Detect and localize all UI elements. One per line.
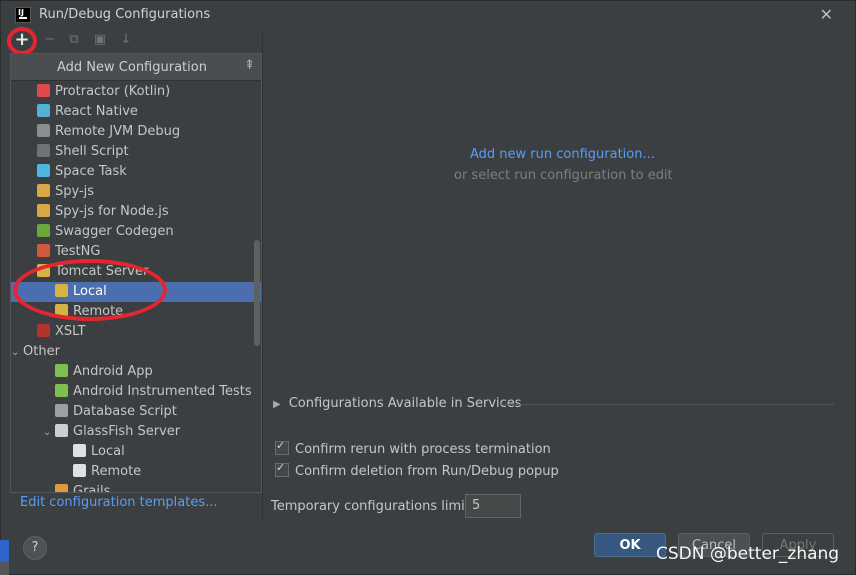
tree-item-label: Spy-js [55,184,95,199]
confirm-deletion-label: Confirm deletion from Run/Debug popup [295,464,559,479]
tree-item[interactable]: Remote [11,462,261,482]
services-label: Configurations Available in Services [288,396,522,411]
select-config-hint: or select run configuration to edit [454,168,673,183]
services-section-toggle[interactable]: ▶ Configurations Available in Services [273,396,522,411]
csdn-watermark: CSDN @better_zhang [656,544,840,564]
confirm-deletion-checkbox[interactable]: Confirm deletion from Run/Debug popup [275,461,559,479]
help-button[interactable]: ? [23,536,47,560]
android-test-icon [55,384,68,397]
tree-item-label: Grails [73,484,111,493]
tree-item[interactable]: ⌄ Other [11,342,254,362]
edit-templates-link[interactable]: Edit configuration templates... [20,495,218,510]
panel-divider[interactable] [262,29,263,521]
tree-item-label: Remote JVM Debug [55,124,181,139]
tree-item[interactable]: Space Task [11,162,261,182]
tree-item[interactable]: ⌄ GlassFish Server [11,422,261,443]
tree-item-label: Protractor (Kotlin) [55,84,171,99]
tree-item-label: Android App [73,364,153,379]
glassfish-icon [55,424,68,437]
expand-arrow-icon: ▶ [273,399,281,410]
title-bar: IJ Run/Debug Configurations ✕ [1,1,855,29]
space-icon [37,164,50,177]
tree-item[interactable]: Spy-js [11,182,261,202]
tree-item[interactable]: Android Instrumented Tests [11,382,261,402]
config-toolbar: + − ⧉ ▣ ↓ [9,31,259,51]
run-debug-dialog: IJ Run/Debug Configurations ✕ + − ⧉ ▣ ↓ … [0,0,856,575]
sort-button[interactable]: ↓ [117,31,135,49]
tree-item-label: React Native [55,104,138,119]
annotation-circle-add [7,27,37,55]
glassfish-remote-icon [73,464,86,477]
tree-item-label: Swagger Codegen [55,224,174,239]
temp-config-limit-input[interactable]: 5 [465,494,521,518]
testng-icon [37,244,50,257]
expand-arrow-icon[interactable]: ⌄ [43,423,55,443]
services-divider [501,404,834,405]
tree-item-label: Android Instrumented Tests [73,384,252,399]
grails-icon [55,484,68,492]
tree-item[interactable]: Grails [11,482,261,493]
tree-item-label: XSLT [55,324,86,339]
tree-scrollbar[interactable] [254,240,260,346]
swagger-icon [37,224,50,237]
checkbox-checked-icon [275,439,289,455]
protractor-icon [37,84,50,97]
annotation-circle-tomcat [13,259,167,321]
add-new-run-config-link[interactable]: Add new run configuration... [470,147,655,162]
remote-debug-icon [37,124,50,137]
remove-configuration-button[interactable]: − [41,31,59,49]
tree-item[interactable]: Local [11,442,261,462]
database-icon [55,404,68,417]
window-title: Run/Debug Configurations [39,7,211,22]
tree-item[interactable]: Swagger Codegen [11,222,261,242]
tree-item[interactable]: TestNG [11,242,261,262]
tree-item-label: GlassFish Server [73,424,181,439]
tree-item-label: Shell Script [55,144,129,159]
close-icon[interactable]: ✕ [820,5,833,24]
checkbox-checked-icon [275,461,289,477]
tree-item-label: Local [91,444,125,459]
tree-item[interactable]: Database Script [11,402,261,422]
tree-item-label: Other [23,344,60,359]
new-folder-button[interactable]: ▣ [91,31,109,49]
tree-item-label: TestNG [55,244,101,259]
temp-config-limit-label: Temporary configurations limit: [271,499,475,514]
background-edge-2 [0,562,9,575]
glassfish-local-icon [73,444,86,457]
background-edge [0,540,9,562]
tree-item[interactable]: XSLT [11,322,261,342]
confirm-rerun-checkbox[interactable]: Confirm rerun with process termination [275,439,551,457]
tree-item[interactable]: Remote JVM Debug [11,122,261,142]
tree-item-label: Spy-js for Node.js [55,204,169,219]
tree-item-label: Space Task [55,164,127,179]
tree-item[interactable]: Spy-js for Node.js [11,202,261,222]
xslt-icon [37,324,50,337]
popup-title: Add New Configuration [57,60,207,75]
popup-header: Add New Configuration ⇞ [11,54,261,81]
spyjs-icon [37,184,50,197]
confirm-rerun-label: Confirm rerun with process termination [295,442,551,457]
shell-icon [37,144,50,157]
collapse-all-icon[interactable]: ⇞ [244,58,255,73]
tree-item[interactable]: Protractor (Kotlin) [11,82,261,102]
android-icon [55,364,68,377]
expand-arrow-icon[interactable]: ⌄ [11,343,23,363]
copy-configuration-button[interactable]: ⧉ [65,31,83,49]
spyjs-node-icon [37,204,50,217]
tree-item[interactable]: Shell Script [11,142,261,162]
intellij-app-icon: IJ [15,7,31,23]
tree-item-label: Database Script [73,404,177,419]
react-icon [37,104,50,117]
tree-item[interactable]: React Native [11,102,261,122]
tree-item-label: Remote [91,464,142,479]
tree-item[interactable]: Android App [11,362,261,382]
